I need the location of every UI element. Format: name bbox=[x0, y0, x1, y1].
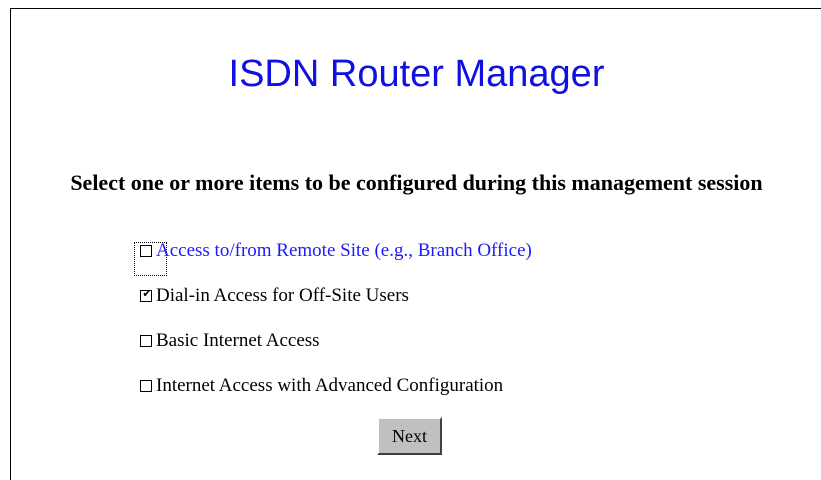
dial-in-checkbox[interactable]: ✔ bbox=[140, 287, 152, 302]
option-dial-in-access[interactable]: ✔ Dial-in Access for Off-Site Users bbox=[132, 284, 532, 329]
option-remote-site-access[interactable]: Access to/from Remote Site (e.g., Branch… bbox=[132, 239, 532, 284]
next-button[interactable]: Next bbox=[377, 417, 442, 455]
page-title: ISDN Router Manager bbox=[228, 53, 605, 95]
basic-internet-label: Basic Internet Access bbox=[156, 330, 320, 351]
content-frame: ISDN Router Manager Select one or more i… bbox=[10, 8, 821, 480]
remote-site-link[interactable]: Access to/from Remote Site (e.g., Branch… bbox=[156, 239, 532, 263]
remote-site-checkbox[interactable] bbox=[140, 245, 152, 257]
advanced-internet-label: Internet Access with Advanced Configurat… bbox=[156, 375, 504, 396]
check-mark-icon: ✔ bbox=[142, 287, 152, 300]
basic-internet-checkbox[interactable] bbox=[140, 335, 152, 347]
dial-in-label: Dial-in Access for Off-Site Users bbox=[156, 285, 409, 306]
option-basic-internet[interactable]: Basic Internet Access bbox=[132, 329, 532, 374]
configuration-options: Access to/from Remote Site (e.g., Branch… bbox=[132, 239, 532, 419]
option-advanced-internet[interactable]: Internet Access with Advanced Configurat… bbox=[132, 374, 532, 419]
selection-prompt: Select one or more items to be configure… bbox=[70, 170, 763, 195]
advanced-internet-checkbox[interactable] bbox=[140, 380, 152, 392]
